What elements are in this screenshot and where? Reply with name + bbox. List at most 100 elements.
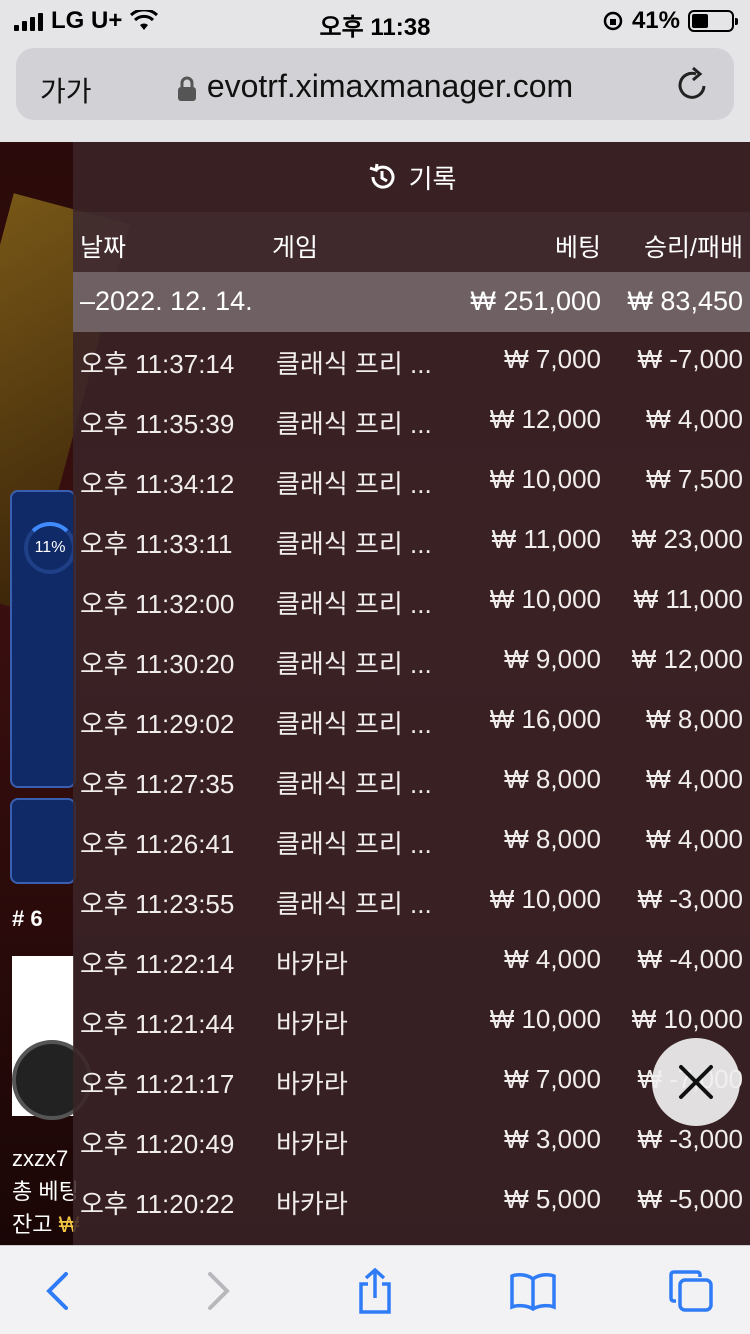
row-time: 오후 11:35:39 <box>80 409 235 439</box>
row-win-loss: ₩ 11,000 <box>633 584 743 614</box>
url-text: evotrf.ximaxmanager.com <box>206 68 574 104</box>
row-game: 클래식 프리 ... <box>276 709 432 739</box>
column-win-loss: 승리/패배 <box>644 234 743 262</box>
row-game: 클래식 프리 ... <box>276 409 432 439</box>
row-time: 오후 11:27:35 <box>80 769 235 799</box>
row-bet: ₩ 10,000 <box>489 464 601 494</box>
address-bar[interactable]: 가가 evotrf.ximaxmanager.com <box>16 48 734 120</box>
history-panel: 기록 날짜 게임 베팅 승리/패배 –2022. 12. 14. ₩ 251,0… <box>73 142 750 1245</box>
history-row[interactable]: 오후 11:27:35 클래식 프리 ... ₩ 8,000 ₩ 4,000 <box>73 752 750 812</box>
row-bet: ₩ 8,000 <box>504 764 601 794</box>
status-bar: LG U+ 오후 11:38 41% <box>0 0 750 41</box>
row-win-loss: ₩ 12,000 <box>631 644 743 674</box>
date-group-row[interactable]: –2022. 12. 14. ₩ 251,000 ₩ 83,450 <box>73 272 750 332</box>
table-rank: # 6 <box>12 906 43 931</box>
date-group-date: –2022. 12. 14. <box>80 286 253 316</box>
row-win-loss: ₩ -3,000 <box>637 884 744 914</box>
row-win-loss: ₩ 4,000 <box>646 404 743 434</box>
row-win-loss: ₩ 7,500 <box>646 464 743 494</box>
tabs-icon <box>669 1270 713 1312</box>
history-row[interactable]: 오후 11:23:55 클래식 프리 ... ₩ 10,000 ₩ -3,000 <box>73 872 750 932</box>
row-win-loss: ₩ -7,000 <box>637 344 744 374</box>
row-time: 오후 11:21:44 <box>80 1009 235 1039</box>
history-row[interactable]: 오후 11:34:12 클래식 프리 ... ₩ 10,000 ₩ 7,500 <box>73 452 750 512</box>
forward-button[interactable] <box>194 1268 244 1314</box>
history-row[interactable]: 오후 11:26:41 클래식 프리 ... ₩ 8,000 ₩ 4,000 <box>73 812 750 872</box>
history-title: 기록 <box>73 142 750 212</box>
url-field[interactable]: evotrf.ximaxmanager.com <box>16 68 734 105</box>
row-win-loss: ₩ -5,000 <box>637 1184 744 1214</box>
row-bet: ₩ 16,000 <box>489 704 601 734</box>
history-row[interactable]: 오후 11:20:49 바카라 ₩ 3,000 ₩ -3,000 <box>73 1112 750 1172</box>
bookmarks-icon <box>510 1273 556 1311</box>
date-group-win-loss: ₩ 83,450 <box>627 286 743 316</box>
row-game: 바카라 <box>276 1189 348 1219</box>
history-row[interactable]: 오후 11:20:22 바카라 ₩ 5,000 ₩ -5,000 <box>73 1172 750 1232</box>
history-row[interactable]: 오후 11:21:17바카라₩ 7,000₩ -7,000 <box>73 1052 750 1112</box>
history-icon <box>369 163 395 189</box>
battery-icon <box>688 10 738 32</box>
row-bet: ₩ 4,000 <box>504 944 601 974</box>
history-row[interactable]: 오후 11:32:00 클래식 프리 ... ₩ 10,000 ₩ 11,000 <box>73 572 750 632</box>
battery-percent: 41% <box>631 7 680 34</box>
user-info: zxzx7 총 베팅 잔고 ₩ <box>12 1142 79 1241</box>
username: zxzx7 <box>12 1146 69 1171</box>
row-time: 오후 11:22:14 <box>80 949 235 979</box>
history-row[interactable]: 오후 11:22:14 바카라 ₩ 4,000 ₩ -4,000 <box>73 932 750 992</box>
row-bet: ₩ 7,000 <box>504 344 601 374</box>
orientation-lock-icon <box>603 11 623 31</box>
row-win-loss: ₩ 4,000 <box>646 824 743 854</box>
secondary-card[interactable] <box>10 798 76 884</box>
row-time: 오후 11:21:17 <box>80 1069 235 1099</box>
close-icon <box>679 1065 713 1099</box>
table-header: 날짜 게임 베팅 승리/패배 <box>73 212 750 272</box>
balance-label: 잔고 <box>12 1212 53 1237</box>
share-button[interactable] <box>350 1268 400 1314</box>
row-win-loss: ₩ 8,000 <box>646 704 743 734</box>
share-icon <box>359 1268 391 1314</box>
row-time: 오후 11:26:41 <box>80 829 235 859</box>
row-time: 오후 11:30:20 <box>80 649 235 679</box>
date-group-bet: ₩ 251,000 <box>470 286 601 316</box>
row-game: 클래식 프리 ... <box>276 469 432 499</box>
row-game: 바카라 <box>276 949 348 979</box>
column-bet: 베팅 <box>554 234 601 262</box>
row-win-loss: ₩ 4,000 <box>646 764 743 794</box>
history-row[interactable]: 오후 11:35:39 클래식 프리 ... ₩ 12,000 ₩ 4,000 <box>73 392 750 452</box>
lock-icon <box>177 76 196 101</box>
total-bet-label: 총 베팅 <box>12 1179 79 1204</box>
browser-address-area: 가가 evotrf.ximaxmanager.com <box>0 40 750 142</box>
row-bet: ₩ 10,000 <box>489 884 601 914</box>
row-bet: ₩ 3,000 <box>504 1124 601 1154</box>
row-win-loss: ₩ -3,000 <box>637 1124 744 1154</box>
row-time: 오후 11:29:02 <box>80 709 235 739</box>
browser-toolbar <box>0 1245 750 1334</box>
history-row[interactable]: 오후 11:29:02 클래식 프리 ... ₩ 16,000 ₩ 8,000 <box>73 692 750 752</box>
row-time: 오후 11:23:55 <box>80 889 235 919</box>
row-game: 바카라 <box>276 1009 348 1039</box>
column-game: 게임 <box>272 234 319 262</box>
row-bet: ₩ 8,000 <box>504 824 601 854</box>
row-game: 클래식 프리 ... <box>276 769 432 799</box>
tabs-button[interactable] <box>666 1268 716 1314</box>
row-bet: ₩ 11,000 <box>491 524 601 554</box>
row-win-loss: ₩ -4,000 <box>637 944 744 974</box>
row-bet: ₩ 10,000 <box>489 584 601 614</box>
history-row[interactable]: 오후 11:21:44 바카라 ₩ 10,000 ₩ 10,000 <box>73 992 750 1052</box>
bookmarks-button[interactable] <box>508 1268 558 1314</box>
row-win-loss: ₩ 23,000 <box>631 524 743 554</box>
back-button[interactable] <box>32 1268 82 1314</box>
row-game: 클래식 프리 ... <box>276 349 432 379</box>
row-time: 오후 11:33:11 <box>80 529 233 559</box>
back-icon <box>46 1272 68 1310</box>
row-time: 오후 11:37:14 <box>80 349 235 379</box>
row-game: 클래식 프리 ... <box>276 589 432 619</box>
row-game: 클래식 프리 ... <box>276 829 432 859</box>
row-time: 오후 11:20:22 <box>80 1189 235 1219</box>
close-button[interactable] <box>652 1038 740 1126</box>
reload-icon[interactable] <box>676 66 710 102</box>
history-row[interactable]: 오후 11:37:14 클래식 프리 ... ₩ 7,000 ₩ -7,000 <box>73 332 750 392</box>
history-row[interactable]: 오후 11:33:11 클래식 프리 ... ₩ 11,000 ₩ 23,000 <box>73 512 750 572</box>
row-bet: ₩ 10,000 <box>489 1004 601 1034</box>
history-row[interactable]: 오후 11:30:20 클래식 프리 ... ₩ 9,000 ₩ 12,000 <box>73 632 750 692</box>
